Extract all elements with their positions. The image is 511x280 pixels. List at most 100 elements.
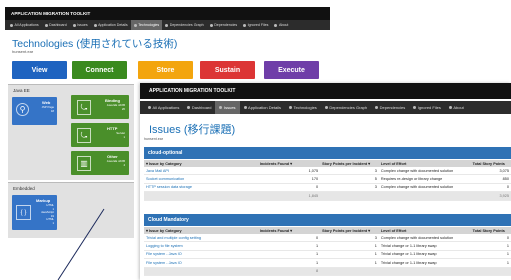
nav-item-all-applications[interactable]: All Applications: [144, 101, 183, 114]
nav-icon: [44, 23, 48, 27]
category-label: Store: [156, 66, 175, 74]
nav-label: Dependencies Graph: [169, 23, 204, 27]
table-header-row: ▾ Issue by Category Incidents Found ▾ Stor…: [144, 227, 511, 234]
column-header[interactable]: Total Story Points: [470, 160, 511, 167]
cell-effort: Trivial change or 1-1 library swap: [378, 241, 471, 251]
total-cell: 8: [257, 267, 321, 276]
cell-points: 5: [320, 174, 379, 184]
nav-label: All Applications: [152, 105, 180, 110]
nav-icon: [324, 106, 328, 109]
cell-name[interactable]: Logging to file system: [144, 241, 258, 251]
web-icon: ⚲: [16, 103, 29, 116]
column-header[interactable]: Level of Effort: [378, 160, 471, 167]
table-row[interactable]: HTTP session data storage 0 3 Complex chang…: [144, 183, 511, 193]
category-label: Execute: [278, 66, 305, 74]
cell-points: 3: [320, 183, 379, 193]
nav-item-technologies[interactable]: Technologies: [130, 20, 163, 30]
back-app-title: APPLICATION MIGRATION TOOLKIT: [5, 7, 330, 20]
nav-item-dependencies[interactable]: Dependencies: [207, 20, 240, 30]
nav-item-about[interactable]: About: [271, 20, 291, 30]
table-row[interactable]: Logging to file system 1 1 Trivial change o…: [144, 241, 511, 251]
other-card-detail: Java EE JAXB 4: [97, 159, 125, 167]
front-subtitle: hunsent.ear: [144, 137, 163, 141]
nav-icon: [243, 23, 247, 27]
cell-effort: Complex change with documented solution: [378, 183, 471, 193]
table-row[interactable]: Trivial and multiple config setting 0 3 Com…: [144, 234, 511, 243]
cell-effort: Complex change with documented solution: [378, 234, 471, 243]
category-view-button[interactable]: View: [12, 61, 67, 79]
cell-points: 1: [320, 241, 379, 251]
cell-total: 1: [470, 250, 511, 260]
nav-item-issues[interactable]: Issues: [215, 101, 240, 114]
nav-item-dependencies[interactable]: Dependencies: [371, 101, 409, 114]
other-card-line: 4: [123, 162, 125, 167]
table-row[interactable]: File system - Java IO 1 1 Trivial change or…: [144, 250, 511, 260]
cell-name[interactable]: Trivial and multiple config setting: [144, 234, 258, 243]
cell-found: 0: [257, 234, 321, 243]
nav-label: Dashboard: [49, 23, 67, 27]
section-header-cloud-mandatory[interactable]: Cloud Mandatory: [144, 214, 511, 226]
other-tech-card[interactable]: ▥ Other Java EE JAXB 4: [71, 151, 129, 175]
nav-icon: [274, 23, 278, 27]
cell-name[interactable]: HTTP session data storage: [144, 183, 258, 193]
http-icon: ⤿: [77, 128, 91, 143]
markup-tech-card[interactable]: { } Markup HTML 1 JavaScript 19 HTML 1: [12, 195, 57, 230]
table-row[interactable]: Socket communication 170 5 Requires re-desi…: [144, 174, 511, 184]
back-subtitle: hunsent.ear: [12, 49, 34, 54]
column-header[interactable]: Story Points per Incident ▾: [320, 160, 379, 167]
nav-label: Application Details: [248, 105, 281, 110]
web-tech-card[interactable]: ⚲ Web JSP Page 18: [12, 97, 57, 125]
cell-name[interactable]: File system - Java IO: [144, 258, 258, 268]
category-sustain-button[interactable]: Sustain: [200, 61, 255, 79]
column-header[interactable]: Total Story Points: [470, 227, 511, 234]
table-row[interactable]: File system - Java IO 1 1 Trivial change or…: [144, 258, 511, 268]
nav-item-ignored-files[interactable]: Ignored Files: [409, 101, 445, 114]
cell-total: 0: [470, 234, 511, 243]
front-app-title: APPLICATION MIGRATION TOOLKIT: [140, 83, 511, 99]
nav-icon: [93, 23, 97, 27]
cell-name[interactable]: Socket communication: [144, 174, 258, 184]
nav-icon: [148, 106, 151, 109]
nav-icon: [209, 23, 213, 27]
nav-item-dashboard[interactable]: Dashboard: [42, 20, 70, 30]
cell-name[interactable]: Java Mail API: [144, 167, 258, 176]
nav-item-about[interactable]: About: [445, 101, 468, 114]
nav-label: Dependencies Graph: [329, 105, 368, 110]
column-header[interactable]: Incidents Found ▾: [257, 227, 321, 234]
nav-item-issues[interactable]: Issues: [70, 20, 91, 30]
binding-tech-card[interactable]: ⤿ Binding Java EE JAXB 26: [71, 95, 129, 119]
http-tech-card[interactable]: ⤿ HTTP Servlet 1: [71, 123, 129, 147]
markup-card-detail: HTML 1 JavaScript 19 HTML 1: [32, 203, 54, 226]
column-header[interactable]: ▾ Issue by Category: [144, 160, 258, 167]
nav-item-dependencies-graph[interactable]: Dependencies Graph: [321, 101, 371, 114]
nav-item-dependencies-graph[interactable]: Dependencies Graph: [162, 20, 206, 30]
nav-item-technologies[interactable]: Technologies: [285, 101, 321, 114]
nav-label: Issues: [223, 105, 236, 110]
column-header[interactable]: Incidents Found ▾: [257, 160, 321, 167]
nav-item-dashboard[interactable]: Dashboard: [183, 101, 215, 114]
nav-label: Dashboard: [191, 105, 212, 110]
cell-total: 1: [470, 241, 511, 251]
category-store-button[interactable]: Store: [138, 61, 193, 79]
category-connect-button[interactable]: Connect: [72, 61, 127, 79]
nav-item-application-details[interactable]: Application Details: [240, 101, 285, 114]
nav-item-ignored-files[interactable]: Ignored Files: [240, 20, 271, 30]
column-header[interactable]: Story Points per Incident ▾: [320, 227, 379, 234]
total-cell: 1,845: [257, 191, 321, 201]
table-row[interactable]: Java Mail API 1,075 3 Complex change with d…: [144, 167, 511, 176]
cell-total: 850: [470, 174, 511, 184]
cell-found: 1: [257, 241, 321, 251]
section-header-cloud-optional[interactable]: cloud-optional: [144, 147, 511, 159]
cell-name[interactable]: File system - Java IO: [144, 250, 258, 260]
back-nav-bar: All Applications Dashboard Issues Applicati…: [5, 20, 330, 30]
cell-points: 1: [320, 258, 379, 268]
column-header[interactable]: Level of Effort: [378, 227, 471, 234]
nav-item-all-applications[interactable]: All Applications: [7, 20, 42, 30]
column-header[interactable]: ▾ Issue by Category: [144, 227, 258, 234]
nav-item-application-details[interactable]: Application Details: [91, 20, 131, 30]
cell-points: 3: [320, 167, 379, 176]
category-execute-button[interactable]: Execute: [264, 61, 319, 79]
back-page-title: Technologies (使用されている技術): [12, 38, 178, 50]
cell-found: 1: [257, 250, 321, 260]
nav-icon: [243, 106, 247, 109]
